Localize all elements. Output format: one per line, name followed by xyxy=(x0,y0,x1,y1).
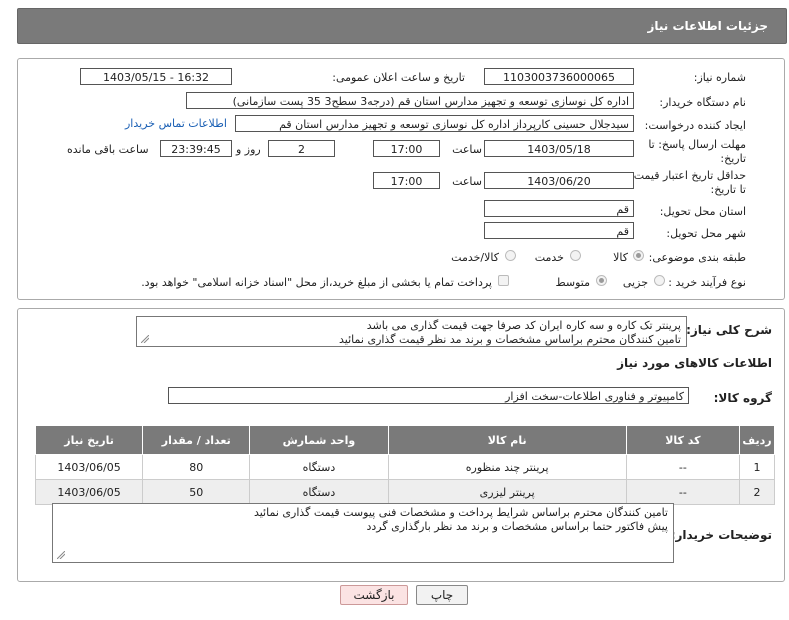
cell-need-date: 1403/06/05 xyxy=(34,479,144,505)
category-option-goods: کالا xyxy=(613,251,628,264)
category-label: طبقه بندی موضوعی: xyxy=(648,251,746,264)
treasury-payment-note: پرداخت تمام یا بخشی از مبلغ خرید،از محل … xyxy=(141,276,492,289)
province-label: استان محل تحویل: xyxy=(659,205,746,218)
announce-label: تاریخ و ساعت اعلان عمومی: xyxy=(332,71,465,84)
summary-textarea[interactable]: پرینتر تک کاره و سه کاره ایران کد صرفا ج… xyxy=(136,316,687,347)
city-field: قم xyxy=(484,222,634,239)
cell-quantity: 80 xyxy=(142,454,251,480)
deadline-time-field: 17:00 xyxy=(373,140,440,157)
resize-grip-icon[interactable] xyxy=(141,335,149,343)
table-row[interactable]: 1 -- پرینتر چند منظوره دستگاه 80 1403/06… xyxy=(34,454,776,480)
back-button[interactable]: بازگشت xyxy=(340,585,408,605)
col-item-name: نام کالا xyxy=(387,425,627,455)
announce-field: 1403/05/15 - 16:32 xyxy=(80,68,232,85)
purchase-radio-medium[interactable] xyxy=(596,275,607,286)
category-radio-both[interactable] xyxy=(505,250,516,261)
print-button[interactable]: چاپ xyxy=(416,585,468,605)
cell-unit: دستگاه xyxy=(249,479,389,505)
validity-time-label: ساعت xyxy=(452,175,482,188)
summary-line-2: تامین کنندگان محترم براساس مشخصات و برند… xyxy=(339,333,681,346)
validity-date-field: 1403/06/20 xyxy=(484,172,634,189)
table-header-row: ردیف کد کالا نام کالا واحد شمارش تعداد /… xyxy=(34,425,776,455)
col-item-code: کد کالا xyxy=(625,425,740,455)
cell-row-number: 2 xyxy=(738,479,776,505)
buyer-notes-line-1: تامین کنندگان محترم براساس شرایط پرداخت … xyxy=(253,506,668,519)
table-row[interactable]: 2 -- پرینتر لیزری دستگاه 50 1403/06/05 xyxy=(34,479,776,505)
province-field: قم xyxy=(484,200,634,217)
purchase-radio-minor[interactable] xyxy=(654,275,665,286)
items-table: ردیف کد کالا نام کالا واحد شمارش تعداد /… xyxy=(34,425,776,505)
category-option-service: خدمت xyxy=(534,251,564,264)
col-unit: واحد شمارش xyxy=(249,425,389,455)
cell-item-name: پرینتر لیزری xyxy=(387,479,627,505)
purchase-type-label: نوع فرآیند خرید : xyxy=(668,276,746,289)
buyer-org-field: اداره کل نوسازی توسعه و تجهیز مدارس استا… xyxy=(186,92,634,109)
category-radio-service[interactable] xyxy=(570,250,581,261)
cell-item-code: -- xyxy=(625,454,740,480)
remaining-label: ساعت باقی مانده xyxy=(67,143,149,156)
deadline-label: مهلت ارسال پاسخ: تا تاریخ: xyxy=(648,138,746,165)
days-label: روز و xyxy=(236,143,261,156)
buyer-notes-textarea[interactable]: تامین کنندگان محترم براساس شرایط پرداخت … xyxy=(52,503,674,563)
page-title: جزئیات اطلاعات نیاز xyxy=(647,19,768,33)
group-field: کامپیوتر و فناوری اطلاعات-سخت افزار xyxy=(168,387,689,404)
city-label: شهر محل تحویل: xyxy=(666,227,746,240)
days-remaining-field: 2 xyxy=(268,140,335,157)
page-header: جزئیات اطلاعات نیاز xyxy=(17,8,787,44)
validity-time-field: 17:00 xyxy=(373,172,440,189)
resize-grip-icon[interactable] xyxy=(57,551,65,559)
col-quantity: تعداد / مقدار xyxy=(142,425,251,455)
category-option-both: کالا/خدمت xyxy=(451,251,499,264)
cell-item-code: -- xyxy=(625,479,740,505)
need-number-label: شماره نیاز: xyxy=(693,71,746,84)
group-label: گروه کالا: xyxy=(713,391,772,405)
items-info-title: اطلاعات کالاهای مورد نیاز xyxy=(617,356,772,370)
remaining-time-field: 23:39:45 xyxy=(160,140,232,157)
creator-field: سیدجلال حسینی کارپرداز اداره کل نوسازی ت… xyxy=(235,115,634,132)
category-radio-goods[interactable] xyxy=(633,250,644,261)
buyer-notes-line-2: پیش فاکتور حتما براساس مشخصات و برند مد … xyxy=(366,520,668,533)
purchase-option-medium: متوسط xyxy=(555,276,590,289)
deadline-time-label: ساعت xyxy=(452,143,482,156)
buyer-notes-label: توضیحات خریدار: xyxy=(670,528,772,542)
purchase-option-minor: جزیی xyxy=(622,276,648,289)
cell-item-name: پرینتر چند منظوره xyxy=(387,454,627,480)
validity-label: حداقل تاریخ اعتبار قیمت: تا تاریخ: xyxy=(630,169,746,196)
cell-need-date: 1403/06/05 xyxy=(34,454,144,480)
treasury-payment-checkbox[interactable] xyxy=(498,275,509,286)
cell-quantity: 50 xyxy=(142,479,251,505)
deadline-date-field: 1403/05/18 xyxy=(484,140,634,157)
col-row-number: ردیف xyxy=(738,425,776,455)
cell-unit: دستگاه xyxy=(249,454,389,480)
cell-row-number: 1 xyxy=(738,454,776,480)
buyer-contact-link[interactable]: اطلاعات تماس خریدار xyxy=(125,117,227,130)
summary-label: شرح کلی نیاز: xyxy=(686,323,772,337)
creator-label: ایجاد کننده درخواست: xyxy=(644,119,746,132)
col-need-date: تاریخ نیاز xyxy=(34,425,144,455)
buyer-org-label: نام دستگاه خریدار: xyxy=(659,96,746,109)
summary-line-1: پرینتر تک کاره و سه کاره ایران کد صرفا ج… xyxy=(366,319,681,332)
need-number-field: 1103003736000065 xyxy=(484,68,634,85)
